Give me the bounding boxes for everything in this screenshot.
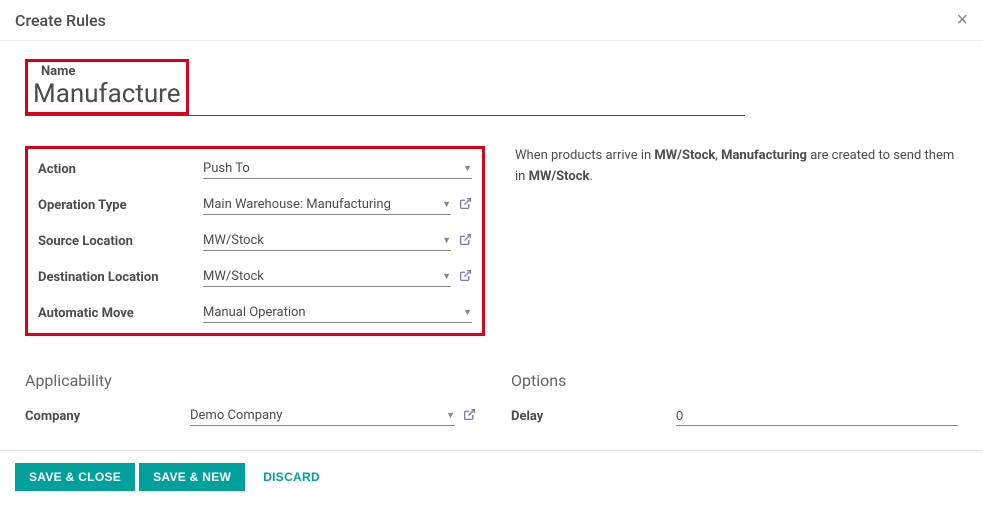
source-location-value: MW/Stock (203, 233, 264, 248)
automatic-move-select[interactable]: Manual Operation ▼ (203, 303, 472, 323)
delay-label: Delay (511, 409, 676, 424)
options-heading: Options (511, 371, 958, 390)
operation-type-select[interactable]: Main Warehouse: Manufacturing ▼ (203, 195, 451, 215)
name-section: Name Manufacture (25, 61, 958, 116)
save-close-button[interactable]: SAVE & CLOSE (15, 463, 135, 491)
applicability-heading: Applicability (25, 371, 476, 390)
modal-header: Create Rules × (0, 0, 983, 40)
discard-button[interactable]: DISCARD (249, 463, 334, 491)
modal-title: Create Rules (15, 11, 106, 30)
columns: Action Push To ▼ Operation Type Main War… (25, 146, 958, 336)
operation-type-wrap: Main Warehouse: Manufacturing ▼ (203, 195, 472, 215)
company-value: Demo Company (190, 408, 282, 423)
external-link-icon[interactable] (463, 408, 476, 425)
automatic-move-row: Automatic Move Manual Operation ▼ (38, 299, 472, 327)
automatic-move-value: Manual Operation (203, 305, 306, 320)
destination-location-label: Destination Location (38, 270, 203, 285)
destination-location-value: MW/Stock (203, 269, 264, 284)
destination-location-select[interactable]: MW/Stock ▼ (203, 267, 451, 287)
action-row: Action Push To ▼ (38, 155, 472, 183)
source-location-wrap: MW/Stock ▼ (203, 231, 472, 251)
operation-type-row: Operation Type Main Warehouse: Manufactu… (38, 191, 472, 219)
action-label: Action (38, 162, 203, 177)
delay-row: Delay (511, 402, 958, 430)
name-input[interactable]: Manufacture (33, 79, 181, 109)
external-link-icon[interactable] (459, 269, 472, 286)
company-select[interactable]: Demo Company ▼ (190, 406, 455, 426)
chevron-down-icon: ▼ (446, 410, 455, 421)
chevron-down-icon: ▼ (463, 307, 472, 318)
company-row: Company Demo Company ▼ (25, 402, 476, 430)
automatic-move-wrap: Manual Operation ▼ (203, 303, 472, 323)
chevron-down-icon: ▼ (442, 235, 451, 246)
modal-body: Name Manufacture Action Push To ▼ Op (0, 40, 983, 450)
operation-type-label: Operation Type (38, 198, 203, 213)
operation-type-value: Main Warehouse: Manufacturing (203, 197, 391, 212)
chevron-down-icon: ▼ (442, 199, 451, 210)
save-new-button[interactable]: SAVE & NEW (139, 463, 245, 491)
destination-location-row: Destination Location MW/Stock ▼ (38, 263, 472, 291)
action-value: Push To (203, 161, 250, 176)
name-label: Name (33, 64, 181, 79)
options-section: Options Delay (511, 336, 958, 430)
automatic-move-label: Automatic Move (38, 306, 203, 321)
right-column: When products arrive in MW/Stock, Manufa… (515, 146, 958, 336)
info-text: When products arrive in MW/Stock, Manufa… (515, 146, 958, 188)
source-location-label: Source Location (38, 234, 203, 249)
action-wrap: Push To ▼ (203, 159, 472, 179)
external-link-icon[interactable] (459, 197, 472, 214)
source-location-select[interactable]: MW/Stock ▼ (203, 231, 451, 251)
external-link-icon[interactable] (459, 233, 472, 250)
delay-input[interactable] (676, 406, 958, 426)
chevron-down-icon: ▼ (442, 271, 451, 282)
form-highlight-box: Action Push To ▼ Operation Type Main War… (25, 146, 485, 336)
action-select[interactable]: Push To ▼ (203, 159, 472, 179)
modal-footer: SAVE & CLOSE SAVE & NEW DISCARD (0, 450, 983, 503)
lower-sections: Applicability Company Demo Company ▼ Opt… (25, 336, 958, 430)
name-highlight: Name Manufacture (25, 59, 189, 115)
close-icon[interactable]: × (956, 10, 968, 30)
company-label: Company (25, 409, 190, 424)
source-location-row: Source Location MW/Stock ▼ (38, 227, 472, 255)
chevron-down-icon: ▼ (463, 163, 472, 174)
name-row: Name Manufacture (25, 61, 745, 116)
applicability-section: Applicability Company Demo Company ▼ (25, 336, 476, 430)
left-column: Action Push To ▼ Operation Type Main War… (25, 146, 485, 336)
destination-location-wrap: MW/Stock ▼ (203, 267, 472, 287)
